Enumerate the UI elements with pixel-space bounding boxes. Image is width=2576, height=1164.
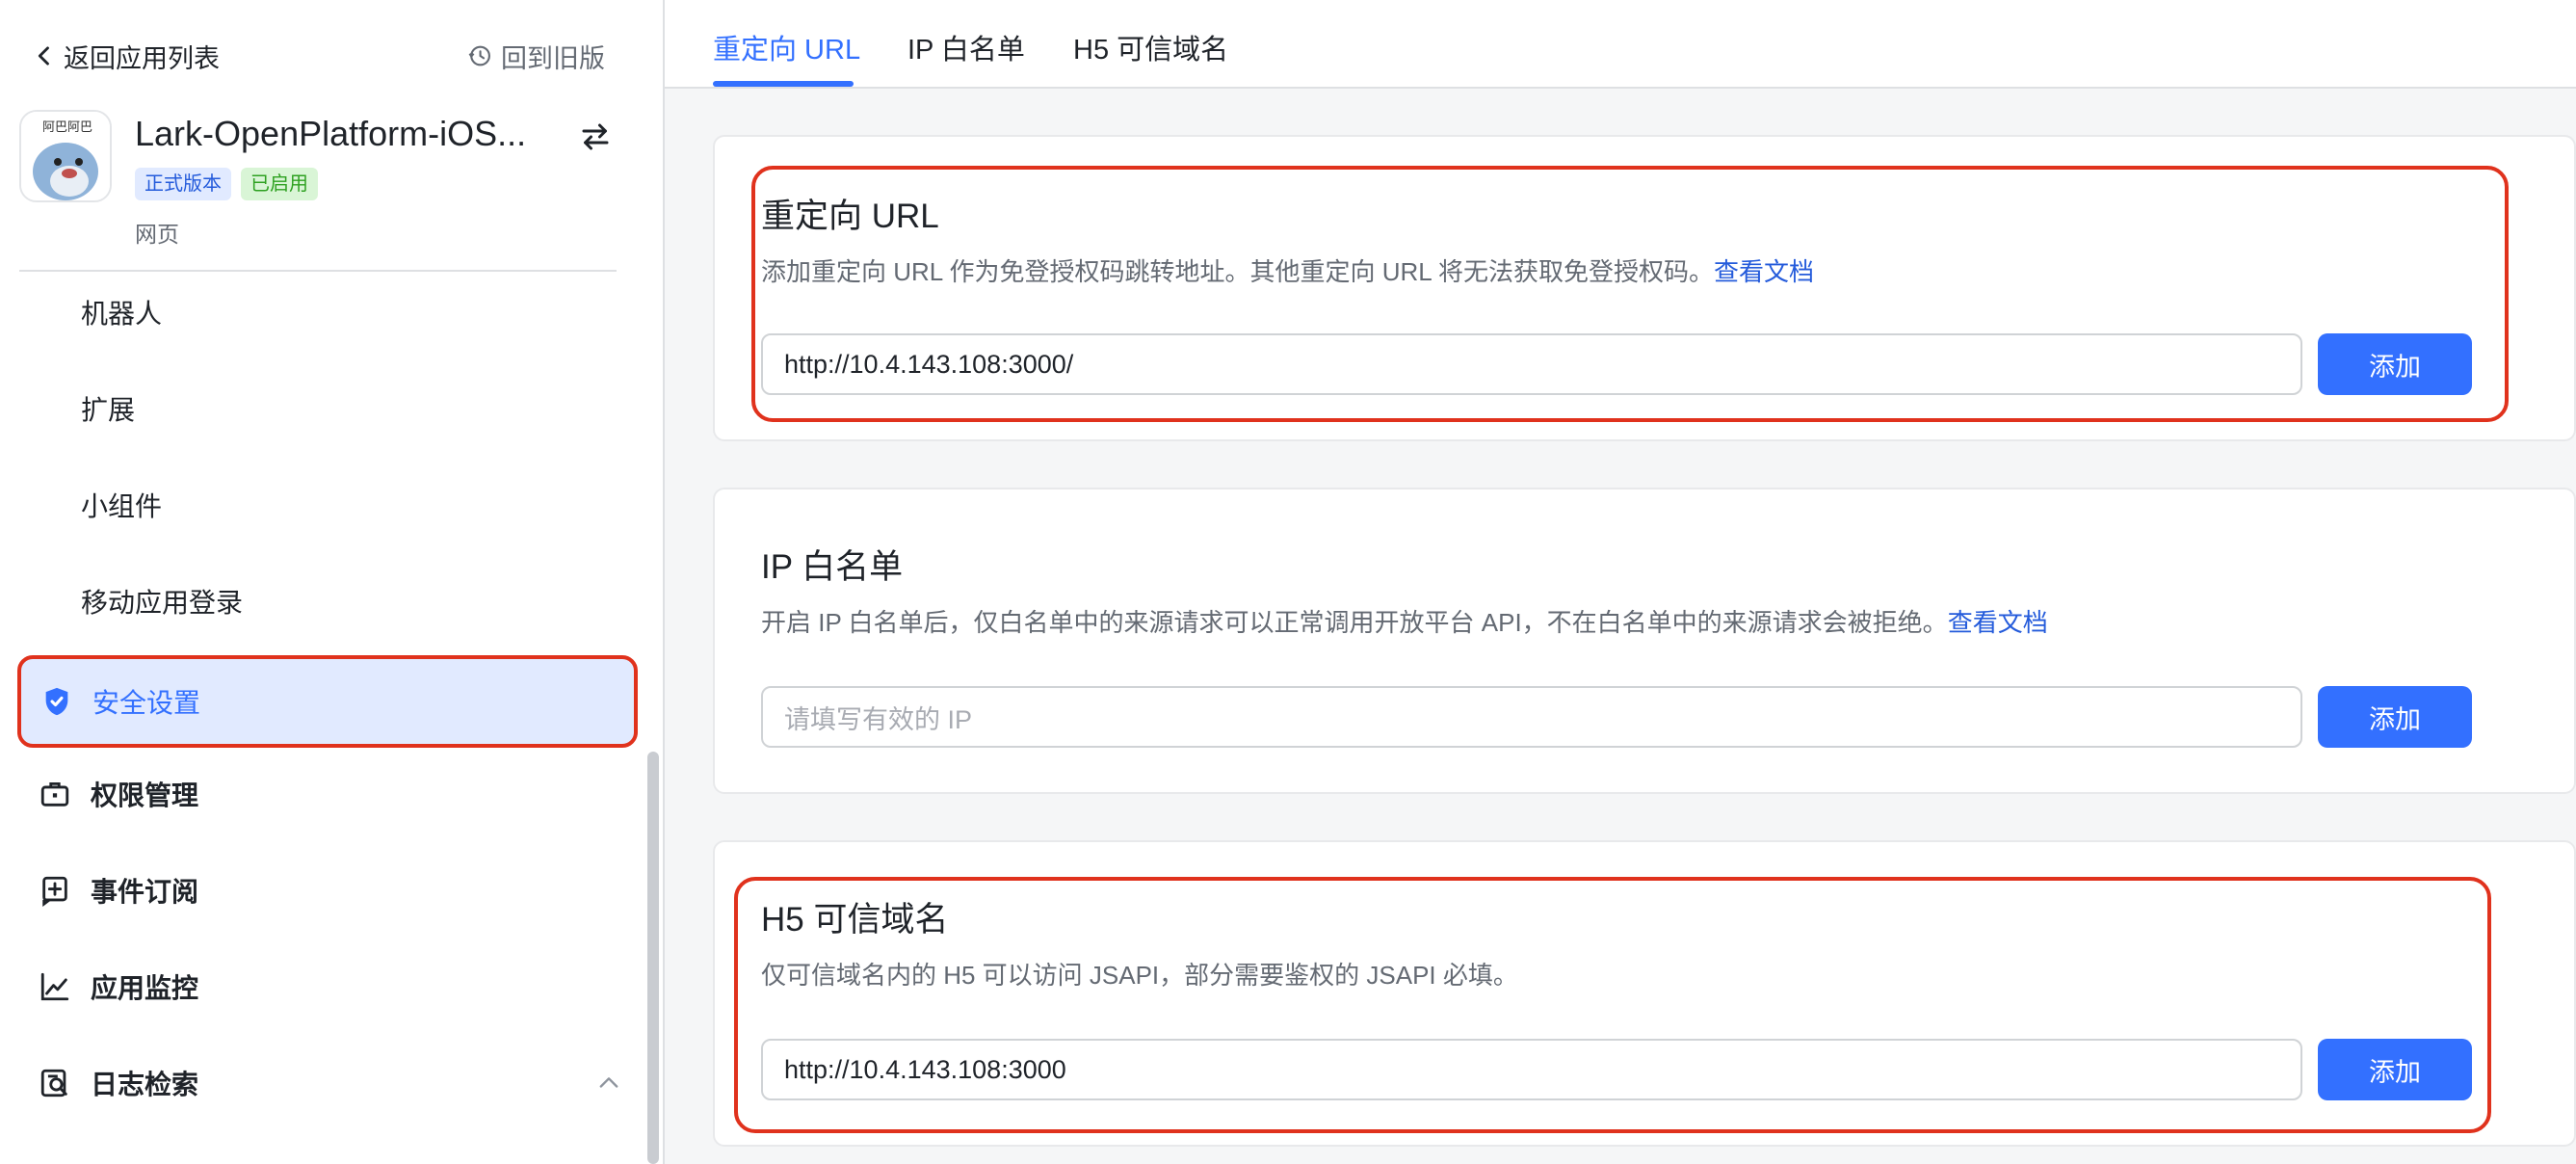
sidebar-item-log-search[interactable]: 日志检索 <box>19 1037 645 1129</box>
swap-app-icon[interactable] <box>578 119 613 154</box>
tab-redirect-url[interactable]: 重定向 URL <box>713 27 860 67</box>
sidebar-item-permissions[interactable]: 权限管理 <box>19 748 645 840</box>
release-badge: 正式版本 <box>135 168 231 200</box>
svg-text:阿巴阿巴: 阿巴阿巴 <box>42 120 92 135</box>
log-search-icon <box>40 1069 67 1098</box>
sidebar-item-label: 机器人 <box>81 299 163 329</box>
old-version-link[interactable]: 回到旧版 <box>466 37 605 75</box>
sidebar-item-label: 小组件 <box>81 491 163 521</box>
redirect-url-desc: 添加重定向 URL 作为免登授权码跳转地址。其他重定向 URL 将无法获取免登授… <box>761 252 1814 288</box>
chevron-up-icon[interactable] <box>595 1070 622 1097</box>
sidebar-item-extension[interactable]: 扩展 <box>19 362 645 455</box>
app-type: 网页 <box>135 222 179 247</box>
ip-whitelist-input[interactable]: 请填写有效的 IP <box>761 686 2302 748</box>
sidebar-item-label: 扩展 <box>81 395 136 425</box>
briefcase-icon <box>40 781 69 807</box>
tab-bar: 重定向 URL IP 白名单 H5 可信域名 <box>665 0 2576 89</box>
sidebar-item-widget[interactable]: 小组件 <box>19 459 645 551</box>
sidebar-item-bot[interactable]: 机器人 <box>19 266 645 358</box>
redirect-url-title: 重定向 URL <box>761 198 939 235</box>
sidebar-item-label: 权限管理 <box>91 780 199 810</box>
sidebar-item-label: 事件订阅 <box>91 877 199 907</box>
event-add-icon <box>42 876 67 907</box>
sidebar-scrollbar[interactable] <box>647 752 659 1164</box>
ip-whitelist-add-button[interactable]: 添加 <box>2318 686 2472 748</box>
redirect-url-card: 重定向 URL 添加重定向 URL 作为免登授权码跳转地址。其他重定向 URL … <box>713 135 2576 441</box>
app-badges: 正式版本 已启用 <box>135 168 318 200</box>
history-icon <box>468 45 490 66</box>
sidebar-item-mobile-login[interactable]: 移动应用登录 <box>19 555 645 648</box>
sidebar-item-label: 应用监控 <box>91 973 199 1003</box>
enabled-badge: 已启用 <box>241 168 318 200</box>
h5-domain-card: H5 可信域名 仅可信域名内的 H5 可以访问 JSAPI，部分需要鉴权的 JS… <box>713 840 2576 1147</box>
ip-whitelist-placeholder: 请填写有效的 IP <box>784 704 973 734</box>
redirect-url-desc-text: 添加重定向 URL 作为免登授权码跳转地址。其他重定向 URL 将无法获取免登授… <box>761 257 1714 286</box>
app-name: Lark-OpenPlatform-iOS... <box>135 114 527 153</box>
sidebar-item-monitoring[interactable]: 应用监控 <box>19 940 645 1033</box>
h5-domain-input[interactable]: http://10.4.143.108:3000 <box>761 1039 2302 1100</box>
old-version-label: 回到旧版 <box>501 43 605 73</box>
h5-domain-add-button[interactable]: 添加 <box>2318 1039 2472 1100</box>
ip-whitelist-card: IP 白名单 开启 IP 白名单后，仅白名单中的来源请求可以正常调用开放平台 A… <box>713 488 2576 794</box>
ip-whitelist-desc-text: 开启 IP 白名单后，仅白名单中的来源请求可以正常调用开放平台 API，不在白名… <box>761 608 1948 637</box>
ip-whitelist-doc-link[interactable]: 查看文档 <box>1948 608 2048 637</box>
app-avatar: 阿巴阿巴 <box>19 110 112 202</box>
redirect-url-input[interactable]: http://10.4.143.108:3000/ <box>761 333 2302 395</box>
shield-check-icon <box>45 687 68 716</box>
redirect-url-value: http://10.4.143.108:3000/ <box>784 349 1074 379</box>
h5-domain-title: H5 可信域名 <box>761 901 949 939</box>
h5-domain-value: http://10.4.143.108:3000 <box>784 1054 1066 1084</box>
redirect-url-doc-link[interactable]: 查看文档 <box>1714 257 1814 286</box>
sidebar-item-label: 安全设置 <box>92 688 201 718</box>
sidebar: 返回应用列表 回到旧版 阿巴阿巴 Lark-OpenPlatform-iOS..… <box>0 0 665 1164</box>
sidebar-item-label: 日志检索 <box>91 1070 199 1099</box>
tab-ip-whitelist[interactable]: IP 白名单 <box>907 27 1025 67</box>
line-chart-icon <box>40 972 69 1001</box>
ip-whitelist-desc: 开启 IP 白名单后，仅白名单中的来源请求可以正常调用开放平台 API，不在白名… <box>761 603 2048 639</box>
active-tab-indicator <box>713 81 854 87</box>
back-label: 返回应用列表 <box>64 43 220 73</box>
redirect-url-add-button[interactable]: 添加 <box>2318 333 2472 395</box>
sidebar-item-label: 移动应用登录 <box>81 588 244 618</box>
h5-domain-desc: 仅可信域名内的 H5 可以访问 JSAPI，部分需要鉴权的 JSAPI 必填。 <box>761 961 1518 990</box>
tab-h5-domain[interactable]: H5 可信域名 <box>1073 27 1228 67</box>
ip-whitelist-title: IP 白名单 <box>761 548 904 586</box>
chevron-left-icon <box>38 46 49 66</box>
back-to-app-list-link[interactable]: 返回应用列表 <box>31 37 220 75</box>
sidebar-item-security[interactable]: 安全设置 <box>17 655 638 748</box>
sidebar-item-events[interactable]: 事件订阅 <box>19 844 645 937</box>
